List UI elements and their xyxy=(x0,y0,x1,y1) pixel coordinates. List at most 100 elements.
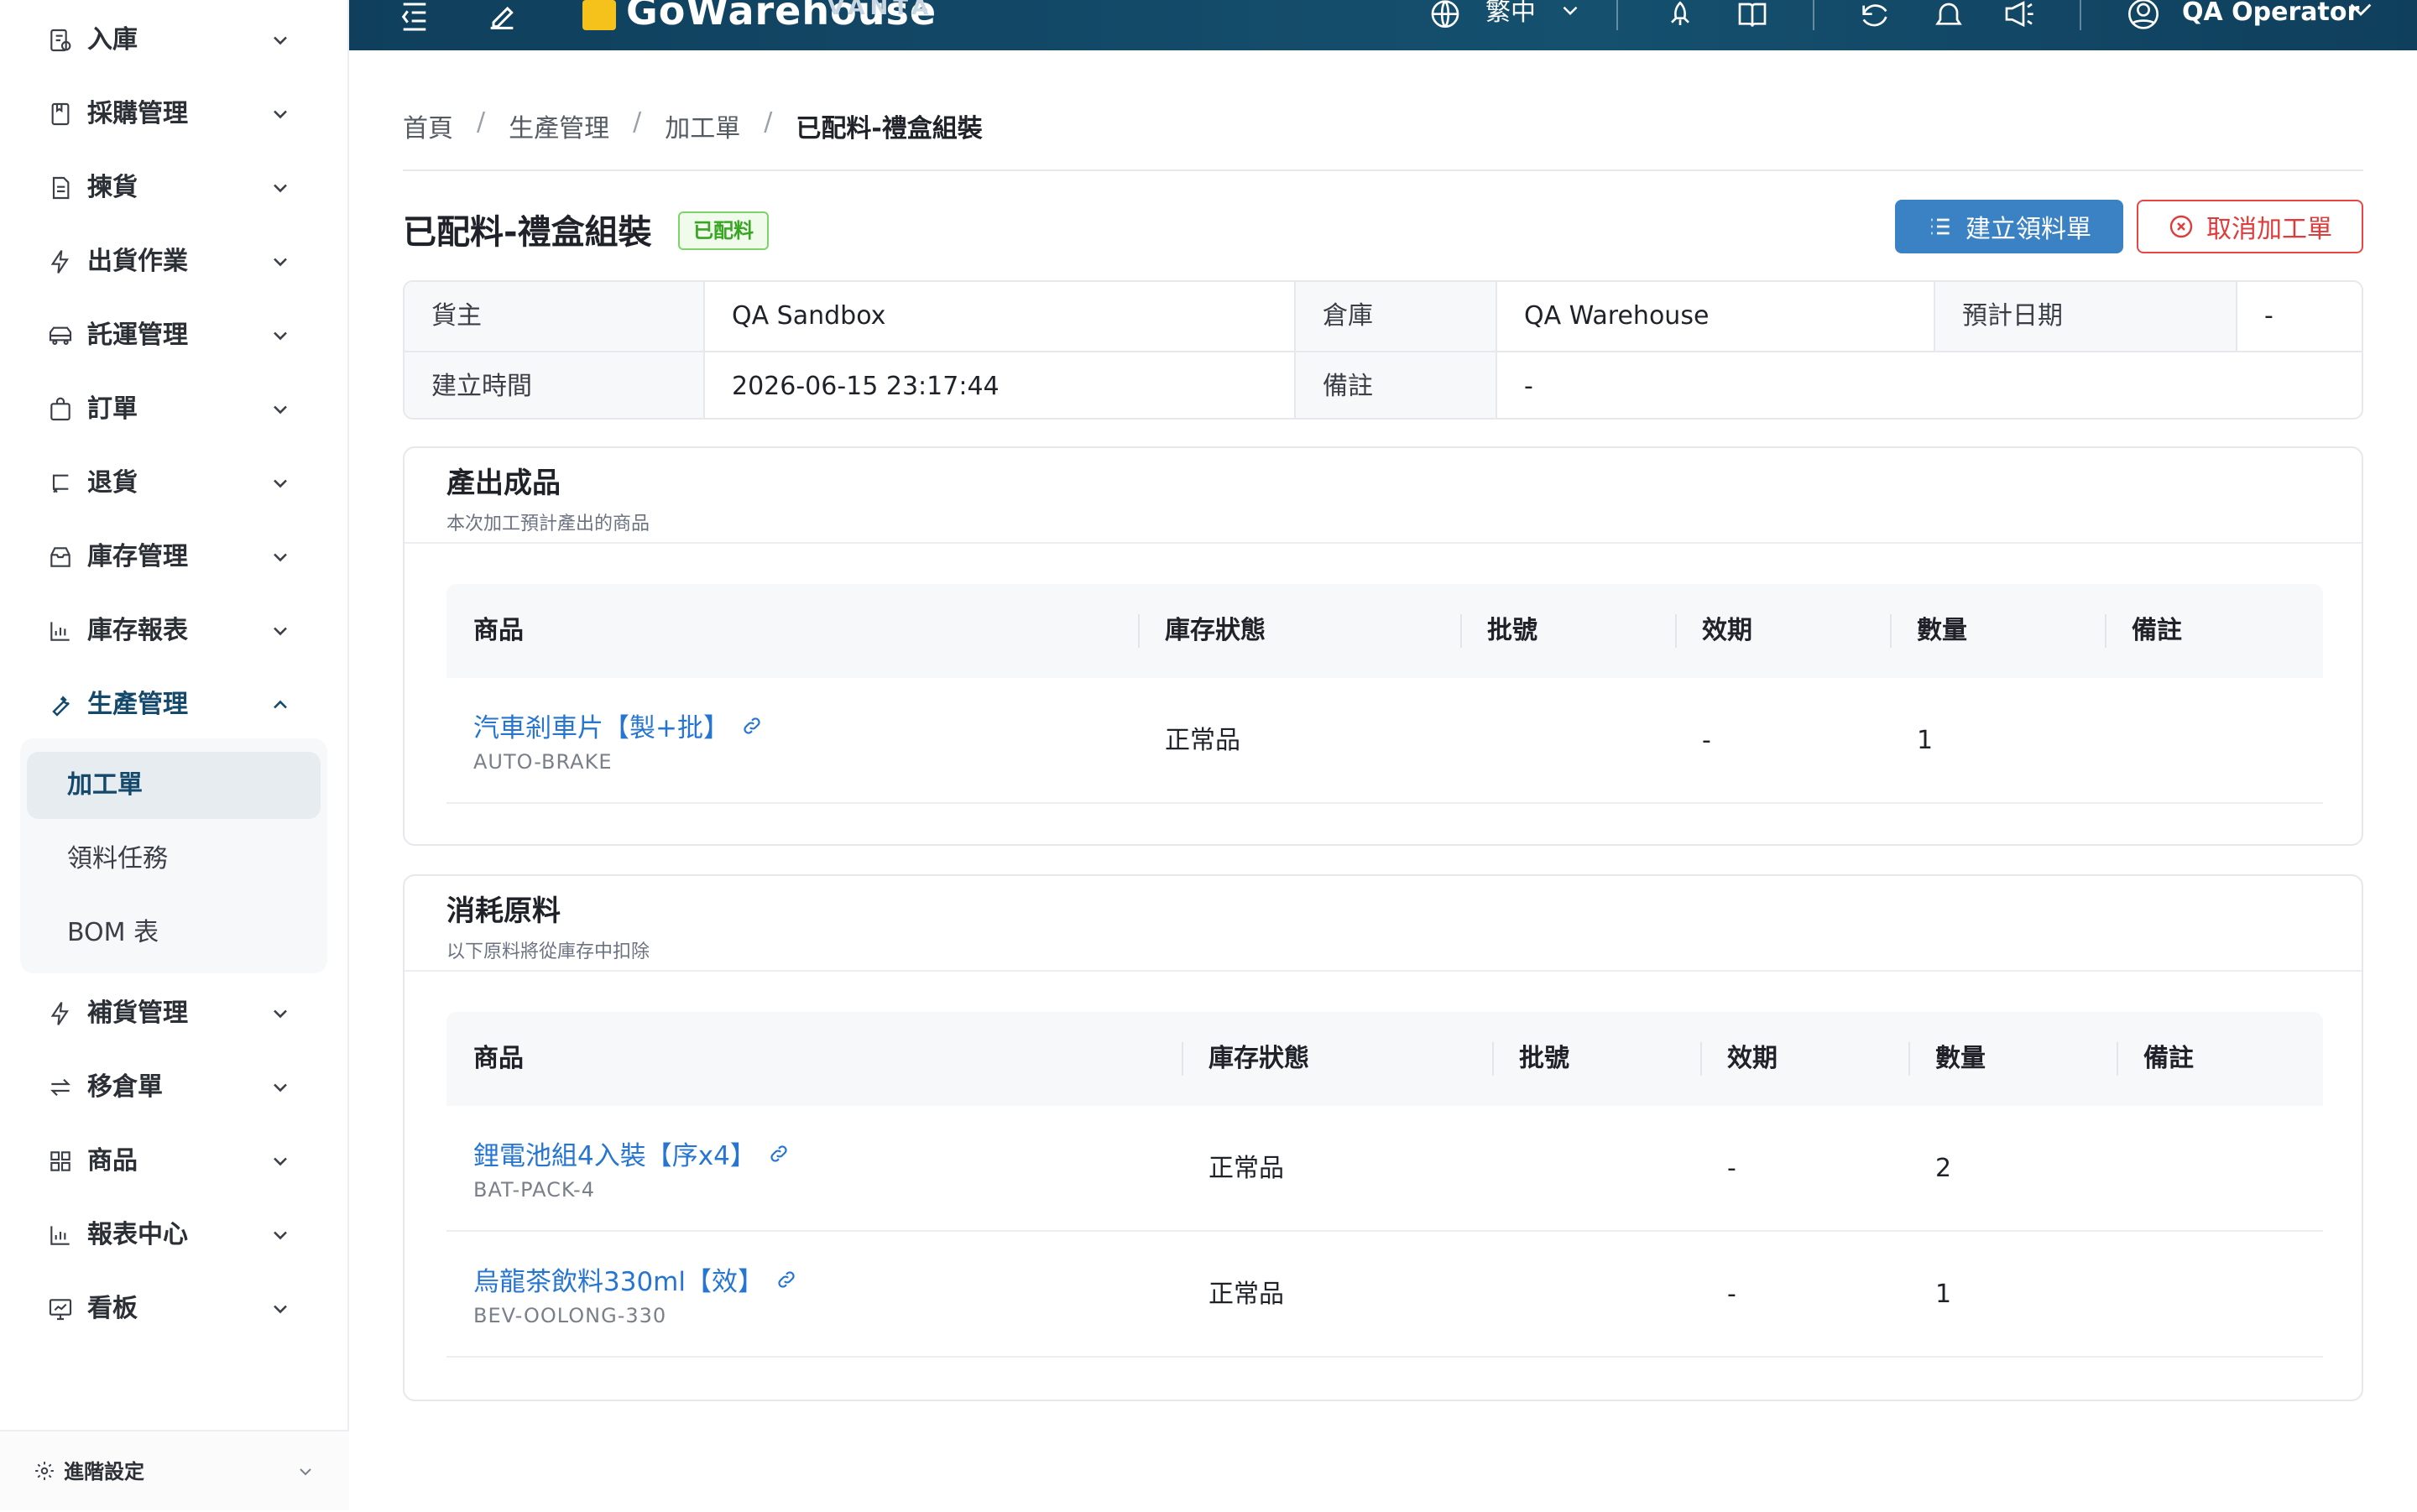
page-title: 已配料-禮盒組裝 xyxy=(403,213,652,252)
grid-icon xyxy=(47,1148,74,1175)
product-link[interactable]: 汽車剎車片【製+批】 xyxy=(473,706,763,744)
product-name[interactable]: 汽車剎車片【製+批】 xyxy=(473,706,729,744)
sidebar-item-dashboard[interactable]: 看板 xyxy=(0,1275,349,1343)
column-header-product: 商品 xyxy=(473,616,524,645)
language-selector[interactable]: 繁中 xyxy=(1485,0,1536,25)
sidebar-item-production[interactable]: 生產管理 xyxy=(0,671,349,738)
globe-icon[interactable] xyxy=(1428,0,1462,34)
quantity: 2 xyxy=(1935,1154,1952,1183)
chevron-down-icon xyxy=(269,1297,292,1321)
sidebar-item-inventory[interactable]: 庫存管理 xyxy=(0,524,349,591)
chevron-up-icon xyxy=(269,693,292,717)
column-separator xyxy=(1492,1042,1494,1076)
report-chart-icon xyxy=(47,618,74,644)
wrench-icon xyxy=(47,691,74,718)
product-link[interactable]: 鋰電池組4入裝【序x4】 xyxy=(473,1134,790,1172)
chevron-down-icon xyxy=(269,472,292,495)
chevron-down-icon xyxy=(269,29,292,52)
sidebar-item-transfer[interactable]: 移倉單 xyxy=(0,1054,349,1121)
column-header-lot: 批號 xyxy=(1519,1044,1569,1073)
sidebar-item-label: 訂單 xyxy=(87,394,138,424)
breadcrumb-separator: / xyxy=(477,107,486,137)
product-name[interactable]: 烏龍茶飲料330ml【效】 xyxy=(473,1260,764,1298)
product-link[interactable]: 烏龍茶飲料330ml【效】 xyxy=(473,1260,797,1298)
link-icon[interactable] xyxy=(741,715,763,737)
sidebar: 入庫 採購管理 揀貨 出貨作業 託運管理 訂單 退貨 庫存管理 庫存報表 生產管… xyxy=(0,0,349,1510)
sidebar-item-label: 退貨 xyxy=(87,468,138,498)
sidebar-item-picking[interactable]: 揀貨 xyxy=(0,154,349,222)
quantity: 1 xyxy=(1935,1280,1952,1309)
note-label: 備註 xyxy=(1296,352,1496,418)
status-badge: 已配料 xyxy=(678,211,769,250)
sidebar-item-inventory-report[interactable]: 庫存報表 xyxy=(0,597,349,665)
book-icon[interactable] xyxy=(1736,0,1769,34)
user-name[interactable]: QA Operator xyxy=(2182,0,2359,25)
submenu-item-work-order[interactable]: 加工單 xyxy=(27,752,321,819)
submenu-item-bom[interactable]: BOM 表 xyxy=(27,899,321,967)
output-products-card: 產出成品 本次加工預計產出的商品 商品 庫存狀態 批號 效期 數量 備註 汽車剎… xyxy=(403,446,2363,846)
product-sku: BEV-OOLONG-330 xyxy=(473,1304,667,1327)
column-separator xyxy=(1460,614,1462,648)
expected-date-label: 預計日期 xyxy=(1935,282,2236,351)
submenu-item-pick-task[interactable]: 領料任務 xyxy=(27,826,321,893)
breadcrumb: 首頁 / 生產管理 / 加工單 / 已配料-禮盒組裝 xyxy=(403,107,983,144)
column-separator xyxy=(1908,1042,1910,1076)
sidebar-item-carrier[interactable]: 託運管理 xyxy=(0,302,349,369)
sidebar-item-product[interactable]: 商品 xyxy=(0,1128,349,1195)
purchase-icon xyxy=(47,101,74,128)
chevron-down-icon xyxy=(269,324,292,347)
chevron-down-icon xyxy=(269,1002,292,1025)
breadcrumb-separator: / xyxy=(764,107,773,137)
table-row: 鋰電池組4入裝【序x4】 BAT-PACK-4 正常品 - 2 xyxy=(446,1106,2323,1232)
section-subtitle: 本次加工預計產出的商品 xyxy=(446,514,650,534)
user-avatar-icon[interactable] xyxy=(2127,0,2160,34)
breadcrumb-production[interactable]: 生產管理 xyxy=(509,107,609,144)
column-separator xyxy=(1890,614,1892,648)
sidebar-item-purchase[interactable]: 採購管理 xyxy=(0,81,349,148)
column-header-note: 備註 xyxy=(2132,616,2182,645)
chevron-down-icon xyxy=(269,619,292,643)
sidebar-item-report-center[interactable]: 報表中心 xyxy=(0,1202,349,1269)
sidebar-item-return[interactable]: 退貨 xyxy=(0,450,349,517)
expiry-date: - xyxy=(1702,726,1711,755)
section-title: 產出成品 xyxy=(446,467,561,500)
product-name[interactable]: 鋰電池組4入裝【序x4】 xyxy=(473,1134,756,1172)
breadcrumb-work-order[interactable]: 加工單 xyxy=(665,107,740,144)
sidebar-item-shipping[interactable]: 出貨作業 xyxy=(0,228,349,295)
inbound-icon xyxy=(47,27,74,54)
column-separator xyxy=(1700,1042,1702,1076)
link-icon[interactable] xyxy=(768,1143,790,1165)
menu-collapse-icon[interactable] xyxy=(398,0,431,34)
carrier-icon xyxy=(47,322,74,349)
breadcrumb-home[interactable]: 首頁 xyxy=(403,107,453,144)
list-icon xyxy=(1931,218,1950,235)
announcement-icon[interactable] xyxy=(2002,0,2036,34)
chevron-down-icon xyxy=(269,176,292,200)
create-pick-list-button[interactable]: 建立領料單 xyxy=(1895,200,2123,253)
cancel-work-order-button[interactable]: 取消加工單 xyxy=(2137,200,2363,253)
chevron-down-icon xyxy=(269,250,292,274)
refresh-icon[interactable] xyxy=(1858,0,1892,34)
rocket-icon[interactable] xyxy=(1663,0,1697,34)
sidebar-item-label: 看板 xyxy=(87,1294,138,1323)
header-divider xyxy=(1813,0,1814,30)
sidebar-item-order[interactable]: 訂單 xyxy=(0,376,349,443)
sidebar-item-label: 出貨作業 xyxy=(87,247,188,276)
bell-icon[interactable] xyxy=(1932,0,1965,34)
order-icon xyxy=(47,396,74,423)
edit-icon[interactable] xyxy=(485,0,519,34)
link-icon[interactable] xyxy=(775,1269,797,1290)
column-separator xyxy=(1138,614,1140,648)
sidebar-item-label: 入庫 xyxy=(87,25,138,55)
advanced-settings[interactable]: 進階設定 xyxy=(0,1430,349,1510)
consumed-materials-card: 消耗原料 以下原料將從庫存中扣除 商品 庫存狀態 批號 效期 數量 備註 鋰電池… xyxy=(403,874,2363,1401)
section-title: 消耗原料 xyxy=(446,894,561,928)
replenish-icon xyxy=(47,1000,74,1027)
return-icon xyxy=(47,470,74,497)
report-chart-icon xyxy=(47,1222,74,1249)
header-divider xyxy=(2080,0,2081,30)
chevron-down-icon xyxy=(269,398,292,421)
sidebar-item-replenish[interactable]: 補貨管理 xyxy=(0,980,349,1047)
sidebar-item-inbound[interactable]: 入庫 xyxy=(0,7,349,74)
column-header-lot: 批號 xyxy=(1487,616,1537,645)
